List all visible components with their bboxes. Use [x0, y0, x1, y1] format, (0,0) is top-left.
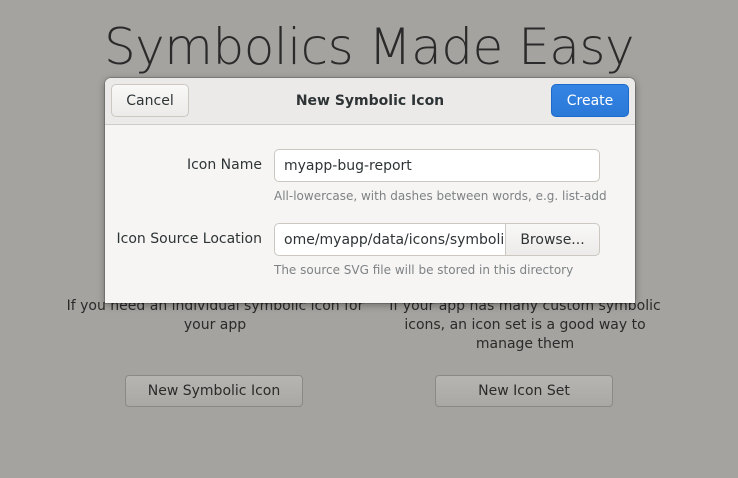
new-icon-set-button[interactable]: New Icon Set — [435, 375, 613, 407]
icon-source-label: Icon Source Location — [116, 231, 262, 247]
new-symbolic-icon-button[interactable]: New Symbolic Icon — [125, 375, 303, 407]
cancel-button[interactable]: Cancel — [111, 84, 189, 117]
browse-button[interactable]: Browse... — [505, 223, 600, 256]
new-symbolic-icon-dialog: New Symbolic Icon Cancel Create Icon Nam… — [105, 78, 635, 303]
icon-name-hint: All-lowercase, with dashes between words… — [274, 189, 607, 203]
create-button[interactable]: Create — [551, 84, 629, 117]
icon-source-hint: The source SVG file will be stored in th… — [274, 263, 574, 277]
dialog-header: New Symbolic Icon Cancel Create — [105, 78, 635, 125]
icon-name-field[interactable]: myapp-bug-report — [274, 149, 600, 182]
icon-name-label: Icon Name — [186, 157, 262, 173]
page-title: Symbolics Made Easy — [103, 18, 635, 76]
icon-set-description: If your app has many custom symbolic ico… — [389, 298, 661, 352]
icon-source-field[interactable]: ome/myapp/data/icons/symbolic — [274, 223, 506, 256]
